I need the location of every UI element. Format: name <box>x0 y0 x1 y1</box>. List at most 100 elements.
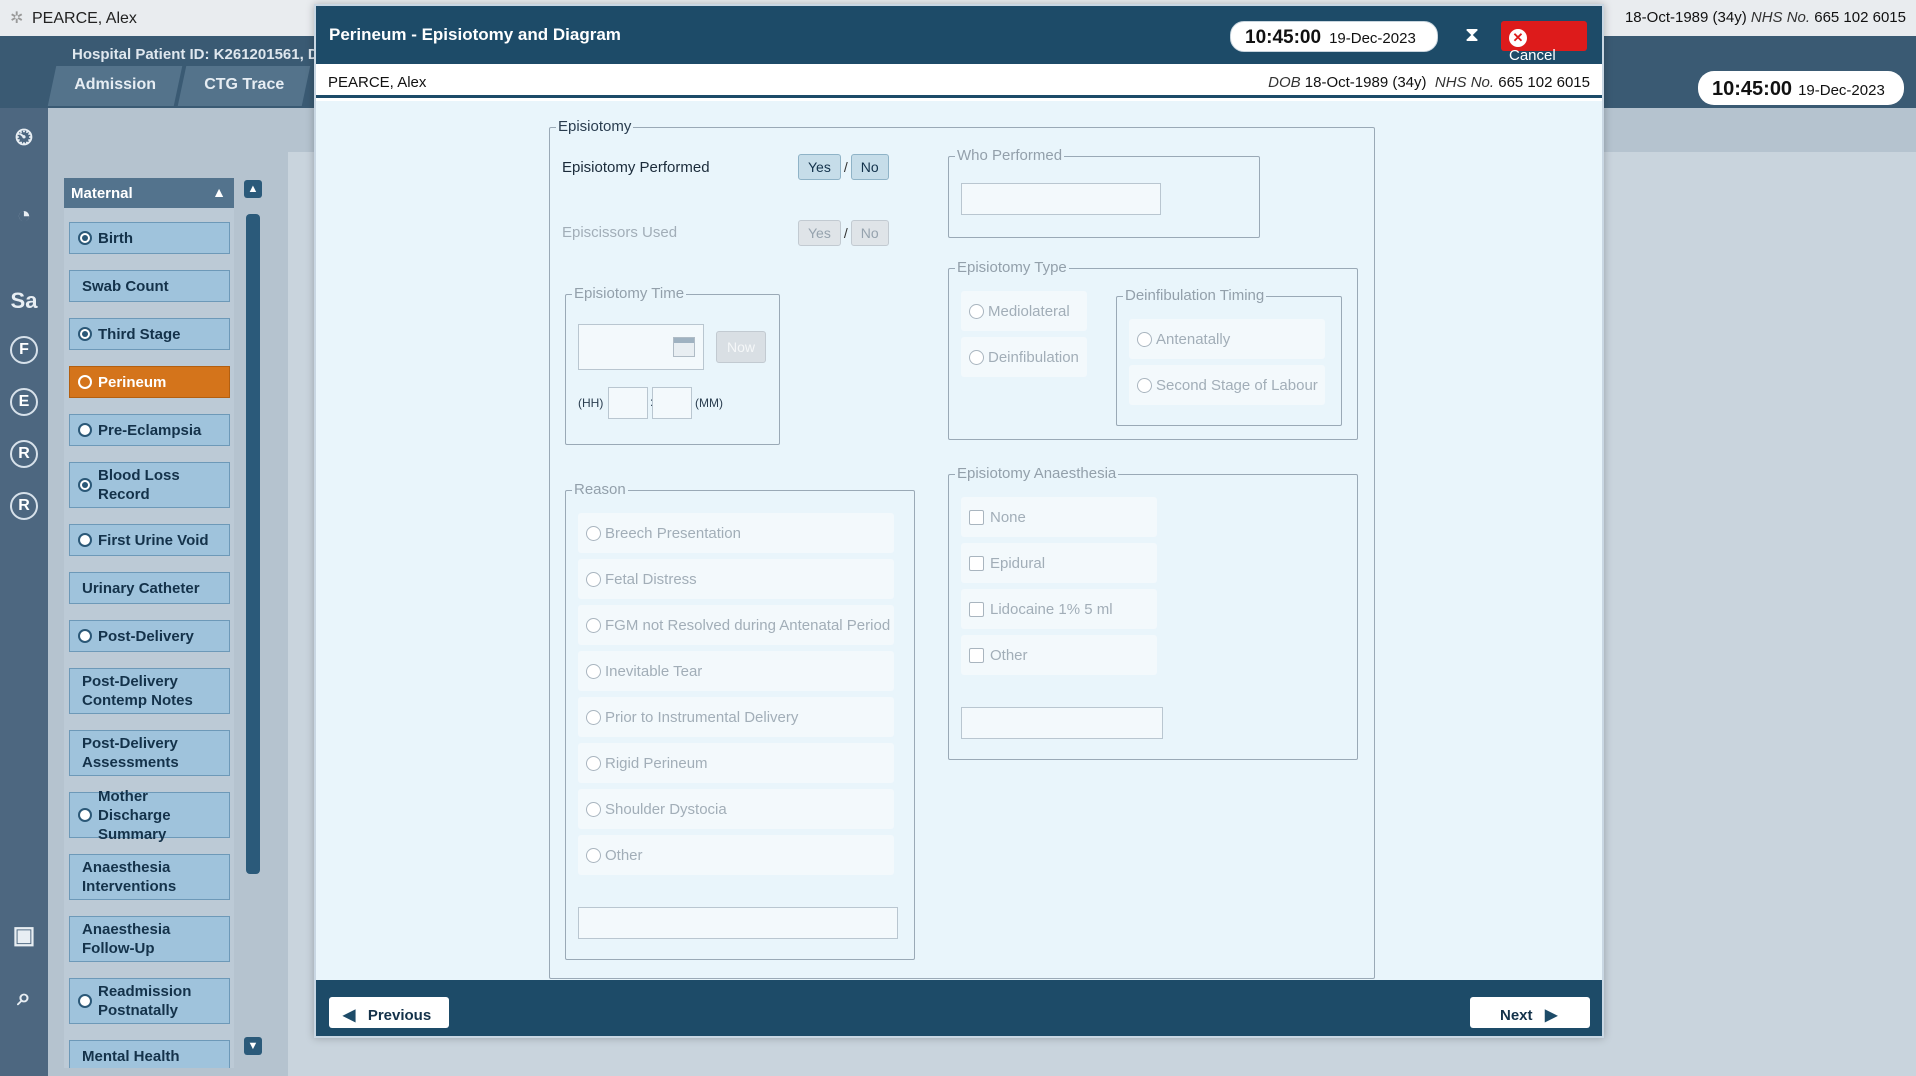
sidebar-item-post-delivery-notes[interactable]: Post-Delivery Contemp Notes <box>69 668 230 714</box>
sidebar-item-blood-loss[interactable]: Blood Loss Record <box>69 462 230 508</box>
episcissors-yes-button[interactable]: Yes <box>798 220 841 246</box>
checkbox-icon <box>969 555 984 571</box>
performed-no-button[interactable]: No <box>850 154 889 180</box>
episiotomy-time-group: Episiotomy Time Now (HH) : (MM) <box>565 285 780 445</box>
radio-icon <box>586 847 601 863</box>
radio-icon <box>586 663 601 679</box>
radio-icon <box>78 808 92 822</box>
left-rail: ⏲ ◔ Sa F E R R ▣ ⌕ <box>0 108 48 1076</box>
anaesthesia-epidural[interactable]: Epidural <box>961 543 1157 583</box>
sidebar-item-mental-health[interactable]: Mental Health <box>69 1040 230 1068</box>
radio-icon <box>969 303 984 319</box>
anaesthesia-lidocaine[interactable]: Lidocaine 1% 5 ml <box>961 589 1157 629</box>
previous-button[interactable]: ◀ Previous <box>329 997 449 1028</box>
scroll-up-button[interactable]: ▲ <box>244 180 262 198</box>
filter-icon[interactable]: ⧗ <box>1461 24 1483 46</box>
sidebar-item-anaesthesia-interventions[interactable]: Anaesthesia Interventions <box>69 854 230 900</box>
radio-icon <box>1137 331 1152 347</box>
modal-title: Perineum - Episiotomy and Diagram <box>329 25 621 44</box>
sidebar-item-third-stage[interactable]: Third Stage <box>69 318 230 350</box>
performed-yes-button[interactable]: Yes <box>798 154 841 180</box>
timing-second-stage[interactable]: Second Stage of Labour <box>1129 365 1325 405</box>
rail-r1[interactable]: R <box>10 440 38 468</box>
main-tabs: Admission CTG Trace <box>47 66 311 106</box>
rail-r2[interactable]: R <box>10 492 38 520</box>
rail-e[interactable]: E <box>10 388 38 416</box>
reason-instrumental-delivery[interactable]: Prior to Instrumental Delivery <box>578 697 894 737</box>
maternal-nav: Maternal ▲ Birth Swab Count Third Stage P… <box>64 178 234 1068</box>
scroll-down-button[interactable]: ▼ <box>244 1037 262 1055</box>
radio-icon <box>78 327 92 341</box>
sidebar-item-pre-eclampsia[interactable]: Pre-Eclampsia <box>69 414 230 446</box>
anaesthesia-group: Episiotomy Anaesthesia None Epidural Lid… <box>948 465 1358 760</box>
patient-star-icon: ✲ <box>10 10 24 27</box>
sidebar-item-first-urine-void[interactable]: First Urine Void <box>69 524 230 556</box>
radio-icon <box>78 375 92 389</box>
reason-fetal-distress[interactable]: Fetal Distress <box>578 559 894 599</box>
radio-icon <box>586 571 601 587</box>
patient-name: PEARCE, Alex <box>32 10 137 27</box>
sidebar-item-mother-discharge[interactable]: Mother Discharge Summary <box>69 788 230 843</box>
minutes-input[interactable] <box>652 387 692 419</box>
sidebar-scrollbar[interactable] <box>246 214 260 874</box>
hours-input[interactable] <box>608 387 648 419</box>
reason-shoulder-dystocia[interactable]: Shoulder Dystocia <box>578 789 894 829</box>
now-button[interactable]: Now <box>716 331 766 363</box>
radio-icon <box>78 423 92 437</box>
sidebar-item-post-delivery[interactable]: Post-Delivery <box>69 620 230 652</box>
anaesthesia-none[interactable]: None <box>961 497 1157 537</box>
sidebar-item-perineum[interactable]: Perineum <box>69 366 230 398</box>
hospital-patient-id: Hospital Patient ID: K261201561, De <box>72 46 328 63</box>
radio-icon <box>586 755 601 771</box>
type-mediolateral[interactable]: Mediolateral <box>961 291 1087 331</box>
cancel-button[interactable]: ✕Cancel <box>1501 21 1587 64</box>
background-clock: 10:45:00 19-Dec-2023 <box>1698 71 1904 105</box>
sidebar-item-post-delivery-assessments[interactable]: Post-Delivery Assessments <box>69 730 230 776</box>
sidebar-item-anaesthesia-follow-up[interactable]: Anaesthesia Follow-Up <box>69 916 230 962</box>
arrow-left-icon: ◀ <box>343 1007 356 1024</box>
sidebar-item-swab-count[interactable]: Swab Count <box>69 270 230 302</box>
checkbox-icon <box>969 509 984 525</box>
type-deinfibulation[interactable]: Deinfibulation <box>961 337 1087 377</box>
timing-antenatally[interactable]: Antenatally <box>1129 319 1325 359</box>
maternal-header[interactable]: Maternal ▲ <box>64 178 234 208</box>
dashboard-icon[interactable]: ◔ <box>6 198 42 234</box>
search-icon[interactable]: ⌕ <box>6 980 42 1016</box>
reason-inevitable-tear[interactable]: Inevitable Tear <box>578 651 894 691</box>
sidebar-item-urinary-catheter[interactable]: Urinary Catheter <box>69 572 230 604</box>
presentation-icon[interactable]: ▣ <box>6 918 42 954</box>
tab-admission[interactable]: Admission <box>47 66 183 106</box>
modal-body: Episiotomy Episiotomy Performed Yes / No… <box>316 101 1602 980</box>
reason-other-input[interactable] <box>578 907 898 939</box>
episiotomy-type-group: Episiotomy Type Mediolateral Deinfibulat… <box>948 259 1358 440</box>
radio-icon <box>78 478 92 492</box>
reason-fgm[interactable]: FGM not Resolved during Antenatal Period <box>578 605 894 645</box>
anaesthesia-other[interactable]: Other <box>961 635 1157 675</box>
calendar-icon[interactable] <box>673 337 695 357</box>
who-performed-input[interactable] <box>961 183 1161 215</box>
modal-patient-name: PEARCE, Alex <box>328 74 427 91</box>
deinfibulation-timing-group: Deinfibulation Timing Antenatally Second… <box>1116 287 1342 426</box>
episcissors-toggle: Yes / No <box>798 220 889 246</box>
modal-header: Perineum - Episiotomy and Diagram 10:45:… <box>316 6 1602 64</box>
radio-icon <box>78 533 92 547</box>
radio-icon <box>969 349 984 365</box>
reason-group: Reason Breech Presentation Fetal Distres… <box>565 481 915 960</box>
modal-clock[interactable]: 10:45:00 19-Dec-2023 <box>1230 21 1438 52</box>
radio-icon <box>586 801 601 817</box>
radio-icon <box>78 629 92 643</box>
radio-icon <box>78 994 92 1008</box>
sidebar-item-readmission[interactable]: Readmission Postnatally <box>69 978 230 1024</box>
next-button[interactable]: Next ▶ <box>1470 997 1590 1028</box>
reason-other[interactable]: Other <box>578 835 894 875</box>
tab-ctg-trace[interactable]: CTG Trace <box>177 66 311 106</box>
reason-breech-presentation[interactable]: Breech Presentation <box>578 513 894 553</box>
anaesthesia-other-input[interactable] <box>961 707 1163 739</box>
rail-f[interactable]: F <box>10 336 38 364</box>
sidebar-item-birth[interactable]: Birth <box>69 222 230 254</box>
episcissors-no-button[interactable]: No <box>850 220 889 246</box>
clock-icon[interactable]: ⏲ <box>6 120 42 156</box>
rail-sa[interactable]: Sa <box>6 283 42 319</box>
radio-icon <box>78 231 92 245</box>
reason-rigid-perineum[interactable]: Rigid Perineum <box>578 743 894 783</box>
